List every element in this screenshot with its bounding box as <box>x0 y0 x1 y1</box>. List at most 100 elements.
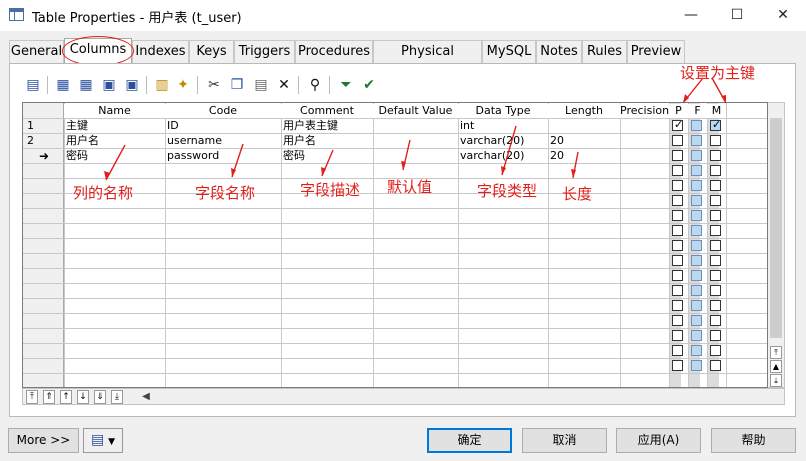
tab-preview[interactable]: Preview <box>627 40 685 63</box>
checkbox-p[interactable] <box>672 165 683 176</box>
checkbox-f[interactable] <box>691 165 702 176</box>
checkbox-f[interactable] <box>691 150 702 161</box>
vertical-scrollbar[interactable]: ⤒ ▲ ⤓ <box>768 102 785 388</box>
checkbox-p[interactable] <box>672 195 683 206</box>
checkbox-f[interactable] <box>691 210 702 221</box>
tab-triggers[interactable]: Triggers <box>234 40 295 63</box>
help-button[interactable]: 帮助 <box>711 428 796 453</box>
tab-general[interactable]: General <box>9 40 64 63</box>
checkbox-p[interactable] <box>672 360 683 371</box>
tab-notes[interactable]: Notes <box>536 40 582 63</box>
tab-rules[interactable]: Rules <box>582 40 627 63</box>
checkbox-p[interactable] <box>672 240 683 251</box>
cell-comment[interactable]: 密码 <box>281 149 373 163</box>
maximize-button[interactable]: ☐ <box>714 0 760 31</box>
checkbox-m[interactable] <box>710 240 721 251</box>
checkbox-m[interactable] <box>710 285 721 296</box>
checkbox-f[interactable] <box>691 315 702 326</box>
checkbox-f[interactable] <box>691 300 702 311</box>
cell-name[interactable]: 密码 <box>64 149 165 163</box>
filter-icon[interactable]: ⏷ <box>336 75 356 95</box>
row-number[interactable]: ➜ <box>25 149 63 163</box>
move-page-up-icon[interactable]: ⇑ <box>43 390 55 404</box>
cell-length[interactable]: 20 <box>548 134 620 148</box>
tab-keys[interactable]: Keys <box>189 40 234 63</box>
checkbox-f[interactable] <box>691 180 702 191</box>
checkbox-m[interactable] <box>710 150 721 161</box>
move-up-icon[interactable]: ↑ <box>60 390 72 404</box>
cell-code[interactable]: ID <box>165 119 281 133</box>
apply-button[interactable]: 应用(A) <box>616 428 701 453</box>
row-number[interactable]: 1 <box>25 119 63 133</box>
customize-columns-icon[interactable]: ✔ <box>359 75 379 95</box>
checkbox-p[interactable] <box>672 180 683 191</box>
find-icon[interactable]: ⚲ <box>305 75 325 95</box>
checkbox-m[interactable] <box>710 330 721 341</box>
move-down-icon[interactable]: ↓ <box>77 390 89 404</box>
close-button[interactable]: ✕ <box>760 0 806 31</box>
cut-icon[interactable]: ✂ <box>204 75 224 95</box>
checkbox-m[interactable] <box>710 345 721 356</box>
properties-icon[interactable]: ▤ <box>23 75 43 95</box>
header-default-value[interactable]: Default Value <box>373 104 458 118</box>
header-name[interactable]: Name <box>64 104 165 118</box>
cell-length[interactable]: 20 <box>548 149 620 163</box>
copy-icon[interactable]: ❐ <box>227 75 247 95</box>
checkbox-f[interactable] <box>691 270 702 281</box>
checkbox-p[interactable] <box>672 285 683 296</box>
checkbox-m[interactable] <box>710 195 721 206</box>
checkbox-f[interactable] <box>691 120 702 131</box>
header-length[interactable]: Length <box>548 104 620 118</box>
cell-code[interactable]: password <box>165 149 281 163</box>
checkbox-f[interactable] <box>691 255 702 266</box>
paste-row-icon[interactable]: ▣ <box>122 75 142 95</box>
checkbox-p[interactable] <box>672 270 683 281</box>
checkbox-p[interactable]: ✓ <box>672 118 683 131</box>
checkbox-m[interactable]: ✓ <box>710 118 721 131</box>
delete-icon[interactable]: ✕ <box>274 75 294 95</box>
checkbox-f[interactable] <box>691 225 702 236</box>
cancel-button[interactable]: 取消 <box>522 428 607 453</box>
row-number[interactable]: 2 <box>25 134 63 148</box>
checkbox-m[interactable] <box>710 255 721 266</box>
scroll-bottom-icon[interactable]: ⤓ <box>770 374 782 387</box>
header-m[interactable]: M <box>707 104 726 118</box>
minimize-button[interactable]: — <box>668 0 714 31</box>
more-button[interactable]: More >> <box>8 428 79 453</box>
cell-type[interactable]: varchar(20) <box>458 134 548 148</box>
cell-name[interactable]: 主键 <box>64 119 165 133</box>
header-comment[interactable]: Comment <box>281 104 373 118</box>
cell-comment[interactable]: 用户表主键 <box>281 119 373 133</box>
copy-row-icon[interactable]: ▣ <box>99 75 119 95</box>
checkbox-m[interactable] <box>710 360 721 371</box>
checkbox-f[interactable] <box>691 135 702 146</box>
print-menu-button[interactable]: ▤ ▼ <box>83 428 123 453</box>
cell-type[interactable]: int <box>458 119 548 133</box>
scroll-up-icon[interactable]: ▲ <box>770 360 782 373</box>
ok-button[interactable]: 确定 <box>427 428 512 453</box>
checkbox-p[interactable] <box>672 255 683 266</box>
checkbox-f[interactable] <box>691 285 702 296</box>
checkbox-m[interactable] <box>710 180 721 191</box>
header-data-type[interactable]: Data Type <box>458 104 548 118</box>
checkbox-f[interactable] <box>691 345 702 356</box>
checkbox-m[interactable] <box>710 315 721 326</box>
cell-name[interactable]: 用户名 <box>64 134 165 148</box>
checkbox-m[interactable] <box>710 210 721 221</box>
paste-icon[interactable]: ▤ <box>251 75 271 95</box>
header-precision[interactable]: Precision <box>620 104 669 118</box>
header-code[interactable]: Code <box>165 104 281 118</box>
checkbox-f[interactable] <box>691 360 702 371</box>
add-row-icon[interactable]: ▦ <box>76 75 96 95</box>
checkbox-m[interactable] <box>710 270 721 281</box>
scroll-left-icon[interactable]: ◀ <box>140 389 152 404</box>
checkbox-p[interactable] <box>672 345 683 356</box>
checkbox-p[interactable] <box>672 150 683 161</box>
checkbox-m[interactable] <box>710 135 721 146</box>
checkbox-f[interactable] <box>691 240 702 251</box>
checkbox-m[interactable] <box>710 165 721 176</box>
checkbox-m[interactable] <box>710 225 721 236</box>
checkbox-m[interactable] <box>710 300 721 311</box>
scroll-thumb[interactable] <box>770 118 782 338</box>
tab-physical-options[interactable]: Physical Options <box>373 40 482 81</box>
